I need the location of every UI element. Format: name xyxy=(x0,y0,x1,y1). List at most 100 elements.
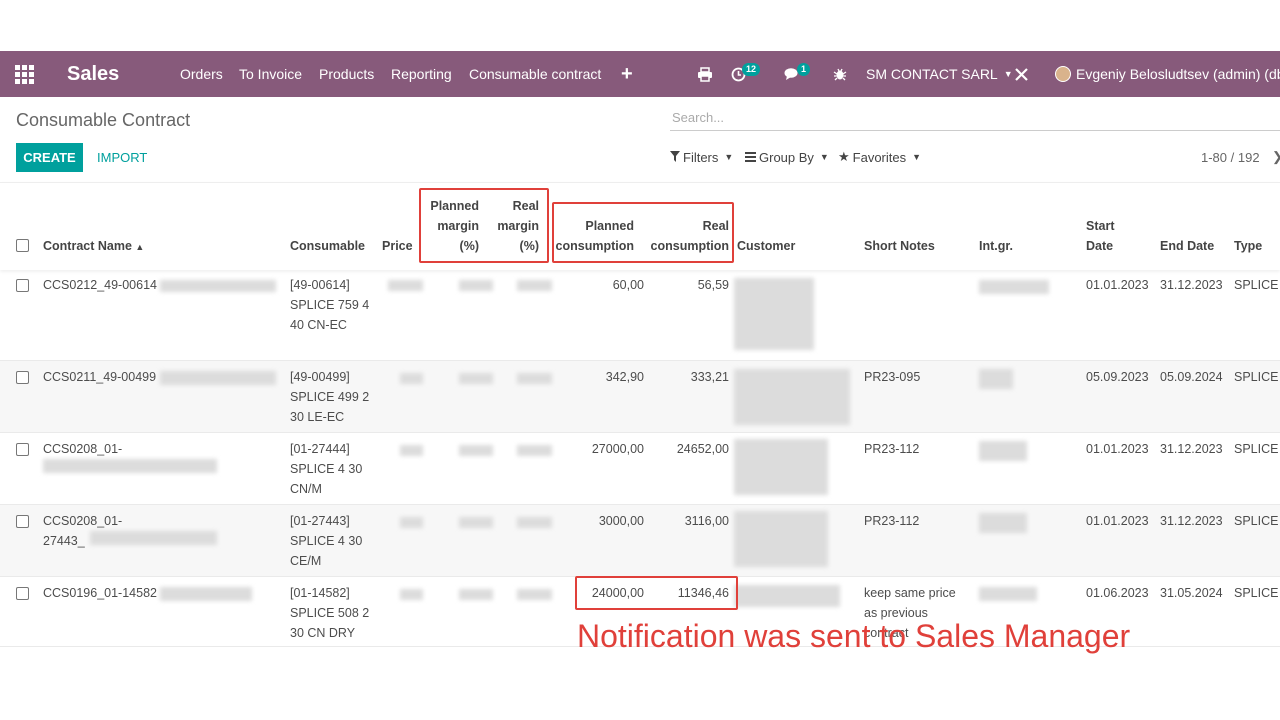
filters-dropdown[interactable]: Filters ▼ xyxy=(670,146,733,168)
cell-start-date: 01.01.2023 xyxy=(1086,514,1149,528)
caret-down-icon: ▼ xyxy=(1003,69,1013,79)
star-icon: ★ xyxy=(838,149,850,164)
cell-planned-consumption: 27000,00 xyxy=(591,442,644,456)
search-input[interactable]: Search... xyxy=(670,105,1280,131)
menu-to-invoice[interactable]: To Invoice xyxy=(239,51,302,97)
cell-contract-name: CCS0212_49-00614 xyxy=(43,278,157,292)
company-name: SM CONTACT SARL xyxy=(866,66,998,82)
consumption-columns-highlight xyxy=(552,202,734,263)
import-button[interactable]: IMPORT xyxy=(97,143,147,172)
caret-down-icon: ▼ xyxy=(912,152,922,162)
menu-reporting[interactable]: Reporting xyxy=(391,51,452,97)
menu-products[interactable]: Products xyxy=(319,51,374,97)
redacted-planned-margin xyxy=(459,445,493,456)
redacted-customer xyxy=(734,585,840,607)
table-row[interactable]: CCS0208_01- 27443_ [01-27443] SPLICE 4 3… xyxy=(0,505,1280,577)
cell-type: SPLICE xyxy=(1234,442,1279,456)
cell-end-date: 31.12.2023 xyxy=(1160,278,1223,292)
redacted-price xyxy=(388,280,423,291)
apps-menu-icon[interactable] xyxy=(15,51,37,97)
redacted-planned-margin xyxy=(459,280,493,291)
header-customer[interactable]: Customer xyxy=(737,236,795,256)
create-button[interactable]: CREATE xyxy=(16,143,83,172)
row-checkbox[interactable] xyxy=(16,515,29,528)
header-start-date[interactable]: Start Date xyxy=(1086,216,1114,256)
cell-contract-name: CCS0196_01-14582 xyxy=(43,586,157,600)
redacted-name xyxy=(160,371,276,385)
sort-ascending-icon: ▲ xyxy=(135,242,145,252)
redacted-real-margin xyxy=(517,445,552,456)
cell-short-notes: PR23-095 xyxy=(864,370,921,384)
print-icon[interactable] xyxy=(697,51,713,97)
redacted-planned-margin xyxy=(459,589,493,600)
page-title: Consumable Contract xyxy=(16,110,191,130)
menu-consumable-contract[interactable]: Consumable contract xyxy=(469,51,601,97)
favorites-dropdown[interactable]: ★ Favorites ▼ xyxy=(838,146,921,168)
notification-annotation: Notification was sent to Sales Manager xyxy=(577,618,1131,654)
cell-type: SPLICE xyxy=(1234,586,1279,600)
cell-planned-consumption: 3000,00 xyxy=(598,514,644,528)
table-row[interactable]: CCS0212_49-00614 [49-00614] SPLICE 759 4… xyxy=(0,270,1280,361)
tools-cross-icon[interactable] xyxy=(1014,51,1029,97)
cell-consumable: [01-14582] SPLICE 508 2 30 CN DRY xyxy=(290,586,370,640)
table-row[interactable]: CCS0211_49-00499 [49-00499] SPLICE 499 2… xyxy=(0,361,1280,433)
cell-consumable: [01-27444] SPLICE 4 30 CN/M xyxy=(290,442,363,496)
redacted-customer xyxy=(734,369,850,425)
redacted-price xyxy=(400,445,423,456)
cell-consumable: [49-00499] SPLICE 499 2 30 LE-EC xyxy=(290,370,370,424)
cell-short-notes: PR23-112 xyxy=(864,442,920,456)
redacted-int-gr xyxy=(979,513,1027,533)
caret-down-icon: ▼ xyxy=(724,152,734,162)
user-menu[interactable]: Evgeniy Belosludtsev (admin) (db_c xyxy=(1055,51,1280,97)
redacted-price xyxy=(400,517,423,528)
table-row[interactable]: CCS0208_01- [01-27444] SPLICE 4 30 CN/M … xyxy=(0,433,1280,505)
messages-icon[interactable] xyxy=(784,51,800,97)
filter-funnel-icon xyxy=(670,150,680,165)
redacted-real-margin xyxy=(517,517,552,528)
row-checkbox[interactable] xyxy=(16,279,29,292)
pager-next-icon[interactable]: ❯ xyxy=(1272,146,1280,168)
cell-real-consumption: 24652,00 xyxy=(676,442,729,456)
redacted-price xyxy=(400,589,423,600)
redacted-real-margin xyxy=(517,373,552,384)
header-short-notes[interactable]: Short Notes xyxy=(864,236,935,256)
select-all-checkbox[interactable] xyxy=(16,239,29,252)
menu-orders[interactable]: Orders xyxy=(180,51,223,97)
header-int-gr[interactable]: Int.gr. xyxy=(979,236,1013,256)
cell-planned-consumption: 60,00 xyxy=(612,278,644,292)
cell-short-notes: PR23-112 xyxy=(864,514,920,528)
header-end-date[interactable]: End Date xyxy=(1160,236,1214,256)
cell-consumable: [49-00614] SPLICE 759 4 40 CN-EC xyxy=(290,278,370,332)
header-consumable[interactable]: Consumable xyxy=(290,236,365,256)
avatar xyxy=(1055,66,1071,82)
pager-value[interactable]: 1-80 / 192 xyxy=(1201,146,1260,168)
header-price[interactable]: Price xyxy=(382,236,413,256)
add-menu-icon[interactable]: + xyxy=(621,51,633,97)
app-name[interactable]: Sales xyxy=(67,51,119,97)
redacted-planned-margin xyxy=(459,517,493,528)
redacted-int-gr xyxy=(979,441,1027,461)
consumption-values-highlight xyxy=(575,576,738,610)
groupby-dropdown[interactable]: Group By ▼ xyxy=(745,146,829,168)
redacted-customer xyxy=(734,439,828,495)
redacted-price xyxy=(400,373,423,384)
cell-end-date: 31.12.2023 xyxy=(1160,442,1223,456)
row-checkbox[interactable] xyxy=(16,443,29,456)
redacted-name xyxy=(160,587,252,601)
header-contract-name[interactable]: Contract Name ▲ xyxy=(43,236,144,257)
header-type[interactable]: Type xyxy=(1234,236,1262,256)
list-bars-icon xyxy=(745,150,756,165)
cell-start-date: 01.01.2023 xyxy=(1086,442,1149,456)
debug-bug-icon[interactable] xyxy=(833,51,847,97)
cell-contract-name: CCS0208_01- xyxy=(43,442,123,456)
cell-real-consumption: 3116,00 xyxy=(684,514,729,528)
cell-type: SPLICE xyxy=(1234,370,1279,384)
row-checkbox[interactable] xyxy=(16,587,29,600)
row-checkbox[interactable] xyxy=(16,371,29,384)
groupby-label: Group By xyxy=(759,149,814,165)
cell-type: SPLICE xyxy=(1234,514,1279,528)
company-switcher[interactable]: SM CONTACT SARL ▼ xyxy=(866,51,1013,97)
user-name: Evgeniy Belosludtsev (admin) (db_c xyxy=(1076,66,1280,82)
redacted-planned-margin xyxy=(459,373,493,384)
cell-real-consumption: 56,59 xyxy=(697,278,729,292)
